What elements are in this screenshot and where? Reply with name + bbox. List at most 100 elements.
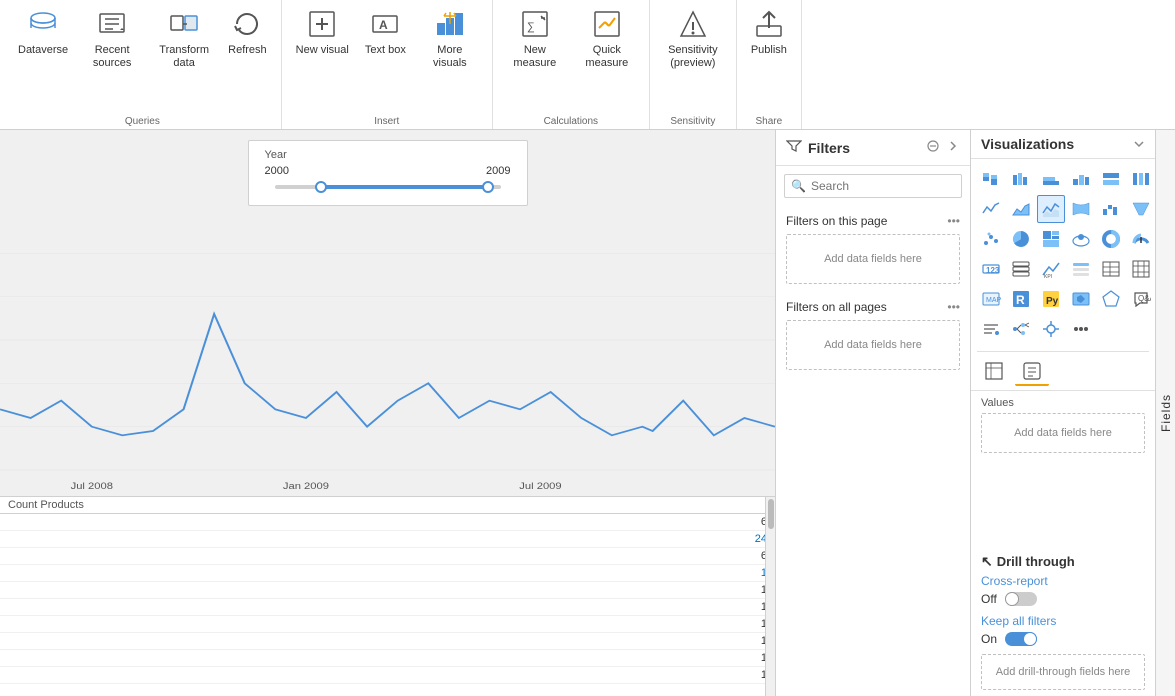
vertical-scrollbar[interactable] bbox=[765, 497, 775, 696]
svg-text:∑: ∑ bbox=[527, 21, 535, 33]
keep-filters-toggle-row: On bbox=[981, 632, 1145, 646]
filter-search-box[interactable]: 🔍 bbox=[784, 174, 962, 198]
map-icon[interactable] bbox=[1067, 225, 1095, 253]
filter-this-page-drop[interactable]: Add data fields here bbox=[786, 234, 960, 284]
sensitivity-button[interactable]: Sensitivity (preview) bbox=[658, 4, 728, 90]
dataverse-button[interactable]: Dataverse bbox=[12, 4, 74, 90]
viz-tab-fields[interactable] bbox=[977, 358, 1011, 386]
filled-map-icon[interactable] bbox=[1067, 285, 1095, 313]
line-chart-icon[interactable] bbox=[977, 195, 1005, 223]
filter-all-pages-more[interactable]: ••• bbox=[947, 300, 960, 314]
viz-tab-values[interactable] bbox=[1015, 358, 1049, 386]
recent-sources-button[interactable]: Recent sources bbox=[78, 4, 146, 90]
filters-on-this-page-header: Filters on this page ••• bbox=[786, 214, 960, 228]
funnel-chart-icon[interactable] bbox=[1127, 195, 1155, 223]
filters-header-icons bbox=[926, 139, 960, 156]
donut-chart-icon[interactable] bbox=[1097, 225, 1125, 253]
publish-button[interactable]: Publish bbox=[745, 4, 793, 90]
ribbon-chart-icon[interactable] bbox=[1067, 195, 1095, 223]
r-visual-icon[interactable]: R bbox=[1007, 285, 1035, 313]
table-row: 6 bbox=[0, 548, 775, 565]
slicer-to: 2009 bbox=[486, 165, 510, 177]
gauge-icon[interactable] bbox=[1127, 225, 1155, 253]
clustered-bar-icon[interactable] bbox=[1007, 165, 1035, 193]
treemap-icon[interactable] bbox=[1037, 225, 1065, 253]
new-measure-button[interactable]: ∑ New measure bbox=[501, 4, 569, 90]
filter-this-page-more[interactable]: ••• bbox=[947, 214, 960, 228]
viz-title: Visualizations bbox=[981, 136, 1074, 152]
slicer-handle-right[interactable] bbox=[482, 181, 494, 193]
table-cell: 1 bbox=[0, 616, 775, 633]
viz-values-drop[interactable]: Add data fields here bbox=[981, 413, 1145, 453]
scrollbar-thumb[interactable] bbox=[768, 499, 774, 529]
svg-text:Jul 2009: Jul 2009 bbox=[519, 482, 562, 492]
table-row: 1 bbox=[0, 616, 775, 633]
svg-text:A: A bbox=[379, 18, 388, 32]
svg-text:MAP: MAP bbox=[986, 297, 1001, 304]
viz-header: Visualizations bbox=[971, 130, 1155, 159]
svg-text:Py: Py bbox=[1046, 296, 1059, 307]
new-visual-label: New visual bbox=[296, 44, 349, 57]
python-icon[interactable]: Py bbox=[1037, 285, 1065, 313]
100pct-clustered-icon[interactable] bbox=[1127, 165, 1155, 193]
slicer-icon[interactable] bbox=[1067, 255, 1095, 283]
stacked-bar-icon[interactable] bbox=[977, 165, 1005, 193]
new-visual-button[interactable]: New visual bbox=[290, 4, 355, 90]
shape-map-icon[interactable] bbox=[1097, 285, 1125, 313]
share-buttons: Publish bbox=[745, 4, 793, 112]
line-stacked-area-icon[interactable] bbox=[1037, 195, 1065, 223]
matrix-icon[interactable] bbox=[1127, 255, 1155, 283]
stacked-column-icon[interactable] bbox=[1037, 165, 1065, 193]
publish-icon bbox=[753, 8, 785, 40]
table-cell: 1 bbox=[0, 650, 775, 667]
multirow-card-icon[interactable] bbox=[1007, 255, 1035, 283]
text-box-button[interactable]: A Text box bbox=[359, 4, 412, 90]
filters-icon bbox=[786, 138, 802, 157]
viz-toggle[interactable] bbox=[1133, 138, 1145, 150]
cross-report-thumb bbox=[1005, 592, 1019, 606]
quick-measure-button[interactable]: Quick measure bbox=[573, 4, 641, 90]
scatter-chart-icon[interactable] bbox=[977, 225, 1005, 253]
azure-map-icon[interactable]: MAP bbox=[977, 285, 1005, 313]
cross-report-toggle[interactable] bbox=[1005, 592, 1037, 606]
clustered-column-icon[interactable] bbox=[1067, 165, 1095, 193]
slicer-from: 2000 bbox=[265, 165, 289, 177]
filter-search-input[interactable] bbox=[784, 174, 962, 198]
slicer-track[interactable] bbox=[275, 185, 501, 189]
drill-through-drop[interactable]: Add drill-through fields here bbox=[981, 654, 1145, 690]
hide-filter-icon[interactable] bbox=[926, 139, 940, 156]
refresh-button[interactable]: Refresh bbox=[222, 4, 273, 90]
quick-measure-icon bbox=[591, 8, 623, 40]
kpi-icon[interactable]: KPI bbox=[1037, 255, 1065, 283]
decomp-tree-icon[interactable] bbox=[1007, 315, 1035, 343]
card-icon[interactable]: 123 bbox=[977, 255, 1005, 283]
fields-panel[interactable]: Fields bbox=[1155, 130, 1175, 696]
keep-filters-toggle[interactable] bbox=[1005, 632, 1037, 646]
transform-data-button[interactable]: Transform data bbox=[150, 4, 218, 90]
filter-all-pages-drop[interactable]: Add data fields here bbox=[786, 320, 960, 370]
more-visuals-icon2[interactable] bbox=[1067, 315, 1095, 343]
qa-icon[interactable]: Q&A bbox=[1127, 285, 1155, 313]
insert-buttons: New visual A Text box More visuals bbox=[290, 4, 484, 112]
text-box-icon: A bbox=[369, 8, 401, 40]
table-row: 1 bbox=[0, 582, 775, 599]
pie-chart-icon[interactable] bbox=[1007, 225, 1035, 253]
table-cell: 1 bbox=[0, 633, 775, 650]
svg-text:KPI: KPI bbox=[1044, 274, 1052, 279]
area-chart-icon[interactable] bbox=[1007, 195, 1035, 223]
viz-icon-grid: 123 KPI MAP R Py Q&A bbox=[971, 159, 1155, 349]
table-icon[interactable] bbox=[1097, 255, 1125, 283]
slicer-handle-left[interactable] bbox=[315, 181, 327, 193]
keep-filters-label: Keep all filters bbox=[981, 614, 1145, 628]
canvas-area[interactable]: Year 2000 2009 bbox=[0, 130, 775, 696]
key-influencers-icon[interactable] bbox=[1037, 315, 1065, 343]
queries-group-label: Queries bbox=[125, 112, 160, 127]
more-visuals-button[interactable]: More visuals bbox=[416, 4, 484, 90]
navigate-filter-icon[interactable] bbox=[946, 139, 960, 156]
smart-narrative-icon[interactable] bbox=[977, 315, 1005, 343]
100pct-stacked-bar-icon[interactable] bbox=[1097, 165, 1125, 193]
table-row: 6 bbox=[0, 514, 775, 531]
ribbon: Dataverse Recent sources Transform data … bbox=[0, 0, 1175, 130]
waterfall-chart-icon[interactable] bbox=[1097, 195, 1125, 223]
viz-values-area: Values Add data fields here bbox=[971, 391, 1155, 545]
